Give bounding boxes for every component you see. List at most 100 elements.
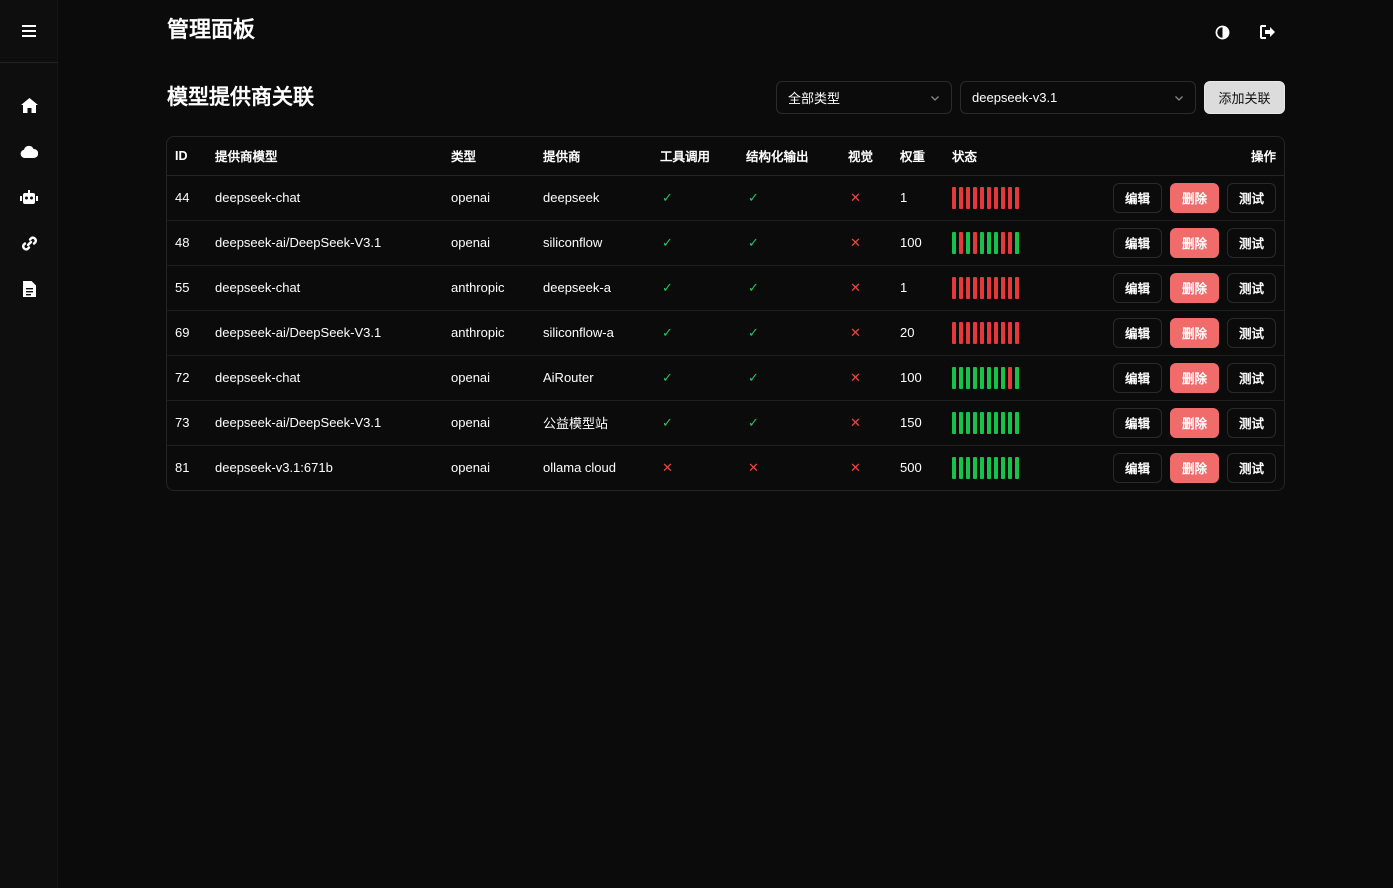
add-association-button[interactable]: 添加关联: [1204, 81, 1285, 114]
type-filter-select[interactable]: 全部类型: [776, 81, 952, 114]
cell-type: openai: [451, 355, 543, 401]
status-bar-success: [966, 366, 970, 389]
edit-button[interactable]: 编辑: [1113, 272, 1162, 303]
cell-model: deepseek-chat: [215, 355, 451, 401]
status-bar-failure: [973, 231, 977, 254]
status-bar-failure: [1001, 186, 1005, 209]
cell-provider: siliconflow-a: [543, 310, 660, 356]
status-bar-success: [952, 231, 956, 254]
delete-button[interactable]: 删除: [1170, 362, 1219, 393]
logout-button[interactable]: [1258, 22, 1278, 42]
status-bar-success: [952, 366, 956, 389]
delete-button[interactable]: 删除: [1170, 317, 1219, 348]
check-icon: ✓: [748, 189, 759, 205]
cloud-icon: [20, 145, 38, 158]
cell-model: deepseek-ai/DeepSeek-V3.1: [215, 220, 451, 266]
cell-type: openai: [451, 400, 543, 446]
status-bar-failure: [994, 186, 998, 209]
cell-provider: siliconflow: [543, 220, 660, 266]
cell-weight: 1: [900, 265, 952, 311]
sidebar-item-cloud[interactable]: [0, 128, 58, 174]
logout-icon: [1260, 25, 1275, 39]
col-header-status: 状态: [952, 137, 1072, 176]
document-icon: [22, 281, 36, 297]
type-filter-value: 全部类型: [788, 91, 841, 106]
cell-type: anthropic: [451, 310, 543, 356]
cell-status: [952, 400, 1072, 446]
table-row: 55 deepseek-chat anthropic deepseek-a ✓ ✓ ✕ 1 编辑…: [167, 265, 1284, 311]
cross-icon: ✕: [850, 414, 861, 430]
cross-icon: ✕: [850, 459, 861, 475]
cell-weight: 100: [900, 355, 952, 401]
status-bar-success: [980, 366, 984, 389]
delete-button[interactable]: 删除: [1170, 227, 1219, 258]
status-history-bars: [952, 456, 1072, 479]
cell-vision: ✕: [848, 220, 900, 266]
sidebar-item-link[interactable]: [0, 220, 58, 266]
test-button[interactable]: 测试: [1227, 317, 1276, 348]
status-bar-success: [959, 366, 963, 389]
table-row: 69 deepseek-ai/DeepSeek-V3.1 anthropic sili…: [167, 310, 1284, 356]
delete-button[interactable]: 删除: [1170, 452, 1219, 483]
status-bar-failure: [987, 186, 991, 209]
sidebar-nav: [0, 82, 58, 312]
col-header-type[interactable]: 类型: [451, 137, 543, 176]
col-header-vision[interactable]: 视觉: [848, 137, 900, 176]
test-button[interactable]: 测试: [1227, 362, 1276, 393]
cell-tool-calling: ✓: [660, 400, 746, 446]
check-icon: ✓: [748, 414, 759, 430]
cell-provider: deepseek-a: [543, 265, 660, 311]
test-button[interactable]: 测试: [1227, 227, 1276, 258]
model-filter-select[interactable]: deepseek-v3.1: [960, 81, 1196, 114]
status-bar-failure: [959, 186, 963, 209]
status-bar-failure: [973, 276, 977, 299]
check-icon: ✓: [662, 234, 673, 250]
cell-tool-calling: ✓: [660, 265, 746, 311]
test-button[interactable]: 测试: [1227, 452, 1276, 483]
edit-button[interactable]: 编辑: [1113, 407, 1162, 438]
sidebar-item-robot[interactable]: [0, 174, 58, 220]
edit-button[interactable]: 编辑: [1113, 182, 1162, 213]
status-bar-success: [980, 231, 984, 254]
status-bar-failure: [966, 276, 970, 299]
edit-button[interactable]: 编辑: [1113, 227, 1162, 258]
status-bar-failure: [959, 231, 963, 254]
col-header-tool-calling[interactable]: 工具调用: [660, 137, 746, 176]
status-bar-success: [966, 456, 970, 479]
check-icon: ✓: [662, 279, 673, 295]
test-button[interactable]: 测试: [1227, 272, 1276, 303]
col-header-weight[interactable]: 权重: [900, 137, 952, 176]
status-bar-failure: [1008, 366, 1012, 389]
associations-table: ID 提供商模型 类型 提供商 工具调用 结构化输出 视觉 权重 状态 操作 4…: [166, 136, 1285, 491]
col-header-id[interactable]: ID: [167, 137, 215, 176]
sidebar-item-home[interactable]: [0, 82, 58, 128]
edit-button[interactable]: 编辑: [1113, 362, 1162, 393]
delete-button[interactable]: 删除: [1170, 272, 1219, 303]
sidebar-item-document[interactable]: [0, 266, 58, 312]
test-button[interactable]: 测试: [1227, 182, 1276, 213]
theme-toggle-button[interactable]: [1212, 22, 1232, 42]
status-bar-success: [1001, 366, 1005, 389]
edit-button[interactable]: 编辑: [1113, 452, 1162, 483]
cell-weight: 20: [900, 310, 952, 356]
table-header-row: ID 提供商模型 类型 提供商 工具调用 结构化输出 视觉 权重 状态 操作: [167, 137, 1284, 176]
status-bar-success: [973, 366, 977, 389]
menu-toggle-button[interactable]: [0, 0, 58, 63]
cell-structured-output: ✓: [746, 175, 848, 221]
cell-structured-output: ✓: [746, 400, 848, 446]
status-bar-failure: [959, 321, 963, 344]
status-bar-success: [994, 456, 998, 479]
test-button[interactable]: 测试: [1227, 407, 1276, 438]
cross-icon: ✕: [850, 279, 861, 295]
cell-actions: 编辑 删除 测试: [1072, 355, 1284, 401]
col-header-provider[interactable]: 提供商: [543, 137, 660, 176]
cross-icon: ✕: [850, 234, 861, 250]
cell-provider: deepseek: [543, 175, 660, 221]
delete-button[interactable]: 删除: [1170, 182, 1219, 213]
delete-button[interactable]: 删除: [1170, 407, 1219, 438]
edit-button[interactable]: 编辑: [1113, 317, 1162, 348]
cell-structured-output: ✓: [746, 220, 848, 266]
col-header-model[interactable]: 提供商模型: [215, 137, 451, 176]
col-header-structured-output[interactable]: 结构化输出: [746, 137, 848, 176]
status-bar-failure: [952, 276, 956, 299]
